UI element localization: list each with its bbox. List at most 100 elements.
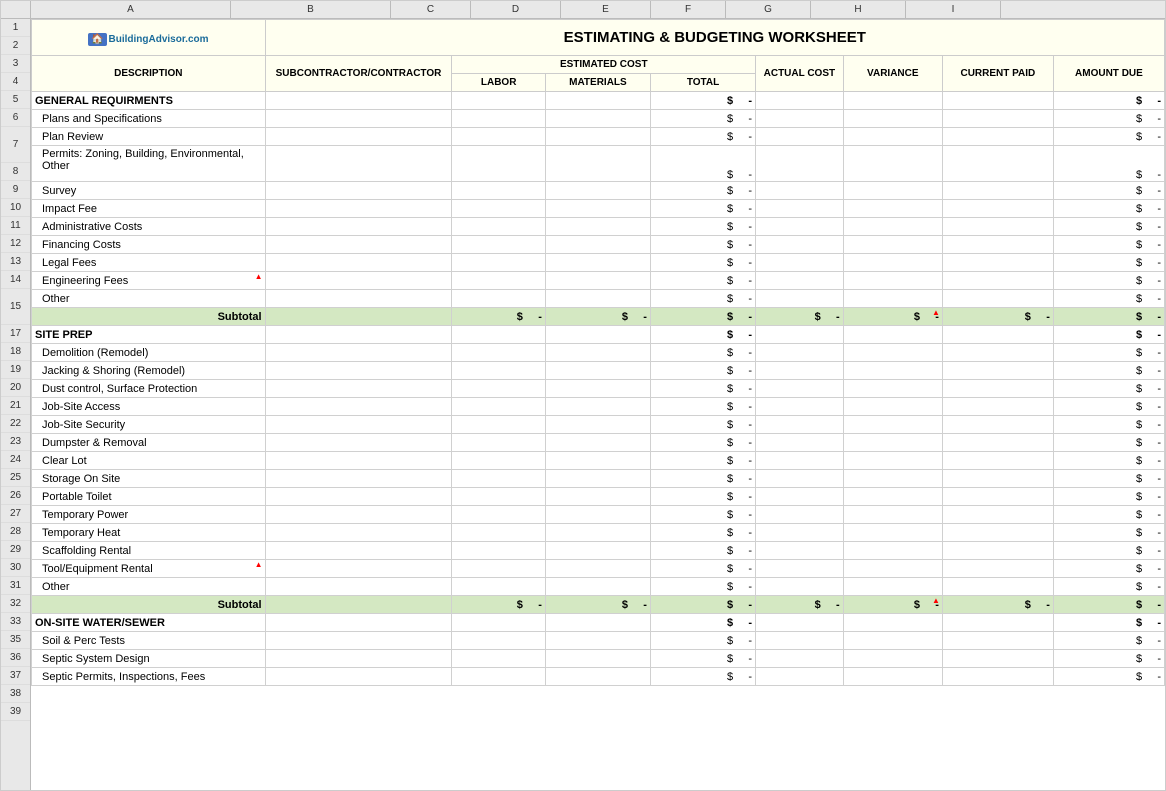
row12-h[interactable] <box>942 254 1053 272</box>
row20-i[interactable]: $ - <box>1053 362 1164 380</box>
row11-d[interactable] <box>545 236 650 254</box>
row26-e[interactable]: $ - <box>650 470 755 488</box>
row25-d[interactable] <box>545 452 650 470</box>
row20-e[interactable]: $ - <box>650 362 755 380</box>
row8-e[interactable]: $ - <box>650 182 755 200</box>
col-header-a[interactable]: A <box>31 1 231 18</box>
row5-h[interactable] <box>942 110 1053 128</box>
row10-i[interactable]: $ - <box>1053 218 1164 236</box>
sp18-c[interactable] <box>452 326 545 344</box>
row23-e[interactable]: $ - <box>650 416 755 434</box>
gen-e[interactable]: $ - <box>650 92 755 110</box>
row7-f[interactable] <box>756 146 844 182</box>
row23-i[interactable]: $ - <box>1053 416 1164 434</box>
sp18-f[interactable] <box>756 326 844 344</box>
gen-d[interactable] <box>545 92 650 110</box>
row28-h[interactable] <box>942 506 1053 524</box>
row31-d[interactable] <box>545 560 650 578</box>
row28-label[interactable]: Temporary Power <box>32 506 266 524</box>
row13-d[interactable] <box>545 272 650 290</box>
row30-g[interactable] <box>843 542 942 560</box>
row6-c[interactable] <box>452 128 545 146</box>
row26-d[interactable] <box>545 470 650 488</box>
row39-i[interactable]: $ - <box>1053 668 1164 686</box>
row5-label[interactable]: Plans and Specifications <box>32 110 266 128</box>
row29-b[interactable] <box>265 524 452 542</box>
row20-g[interactable] <box>843 362 942 380</box>
row12-c[interactable] <box>452 254 545 272</box>
row38-i[interactable]: $ - <box>1053 650 1164 668</box>
row25-label[interactable]: Clear Lot <box>32 452 266 470</box>
row25-f[interactable] <box>756 452 844 470</box>
row24-g[interactable] <box>843 434 942 452</box>
row27-e[interactable]: $ - <box>650 488 755 506</box>
row32-e[interactable]: $ - <box>650 578 755 596</box>
row30-e[interactable]: $ - <box>650 542 755 560</box>
row22-d[interactable] <box>545 398 650 416</box>
row37-h[interactable] <box>942 632 1053 650</box>
row24-e[interactable]: $ - <box>650 434 755 452</box>
row29-h[interactable] <box>942 524 1053 542</box>
row10-b[interactable] <box>265 218 452 236</box>
row14-c[interactable] <box>452 290 545 308</box>
row6-g[interactable] <box>843 128 942 146</box>
row28-c[interactable] <box>452 506 545 524</box>
row32-f[interactable] <box>756 578 844 596</box>
row22-f[interactable] <box>756 398 844 416</box>
sp18-b[interactable] <box>265 326 452 344</box>
row14-i[interactable]: $ - <box>1053 290 1164 308</box>
row6-f[interactable] <box>756 128 844 146</box>
row13-e[interactable]: $ - <box>650 272 755 290</box>
col-header-e[interactable]: E <box>561 1 651 18</box>
col-header-d[interactable]: D <box>471 1 561 18</box>
row11-g[interactable] <box>843 236 942 254</box>
row23-g[interactable] <box>843 416 942 434</box>
row31-h[interactable] <box>942 560 1053 578</box>
row19-g[interactable] <box>843 344 942 362</box>
row14-g[interactable] <box>843 290 942 308</box>
row5-g[interactable] <box>843 110 942 128</box>
ws36-f[interactable] <box>756 614 844 632</box>
row11-f[interactable] <box>756 236 844 254</box>
row19-b[interactable] <box>265 344 452 362</box>
row38-h[interactable] <box>942 650 1053 668</box>
row9-g[interactable] <box>843 200 942 218</box>
row21-d[interactable] <box>545 380 650 398</box>
row9-c[interactable] <box>452 200 545 218</box>
sp18-h[interactable] <box>942 326 1053 344</box>
row28-e[interactable]: $ - <box>650 506 755 524</box>
gen-h[interactable] <box>942 92 1053 110</box>
row31-b[interactable] <box>265 560 452 578</box>
row7-i[interactable]: $ - <box>1053 146 1164 182</box>
row12-i[interactable]: $ - <box>1053 254 1164 272</box>
row7-g[interactable] <box>843 146 942 182</box>
row26-label[interactable]: Storage On Site <box>32 470 266 488</box>
row32-c[interactable] <box>452 578 545 596</box>
row12-label[interactable]: Legal Fees <box>32 254 266 272</box>
row10-h[interactable] <box>942 218 1053 236</box>
row9-e[interactable]: $ - <box>650 200 755 218</box>
row13-c[interactable] <box>452 272 545 290</box>
row11-c[interactable] <box>452 236 545 254</box>
ws36-c[interactable] <box>452 614 545 632</box>
gen-f[interactable] <box>756 92 844 110</box>
row27-f[interactable] <box>756 488 844 506</box>
row32-label[interactable]: Other <box>32 578 266 596</box>
row22-label[interactable]: Job-Site Access <box>32 398 266 416</box>
row8-f[interactable] <box>756 182 844 200</box>
row20-c[interactable] <box>452 362 545 380</box>
row22-i[interactable]: $ - <box>1053 398 1164 416</box>
row12-f[interactable] <box>756 254 844 272</box>
row22-b[interactable] <box>265 398 452 416</box>
row23-c[interactable] <box>452 416 545 434</box>
row22-e[interactable]: $ - <box>650 398 755 416</box>
row38-b[interactable] <box>265 650 452 668</box>
row27-i[interactable]: $ - <box>1053 488 1164 506</box>
row14-d[interactable] <box>545 290 650 308</box>
row37-f[interactable] <box>756 632 844 650</box>
row12-e[interactable]: $ - <box>650 254 755 272</box>
row38-label[interactable]: Septic System Design <box>32 650 266 668</box>
row20-f[interactable] <box>756 362 844 380</box>
row11-e[interactable]: $ - <box>650 236 755 254</box>
row5-c[interactable] <box>452 110 545 128</box>
